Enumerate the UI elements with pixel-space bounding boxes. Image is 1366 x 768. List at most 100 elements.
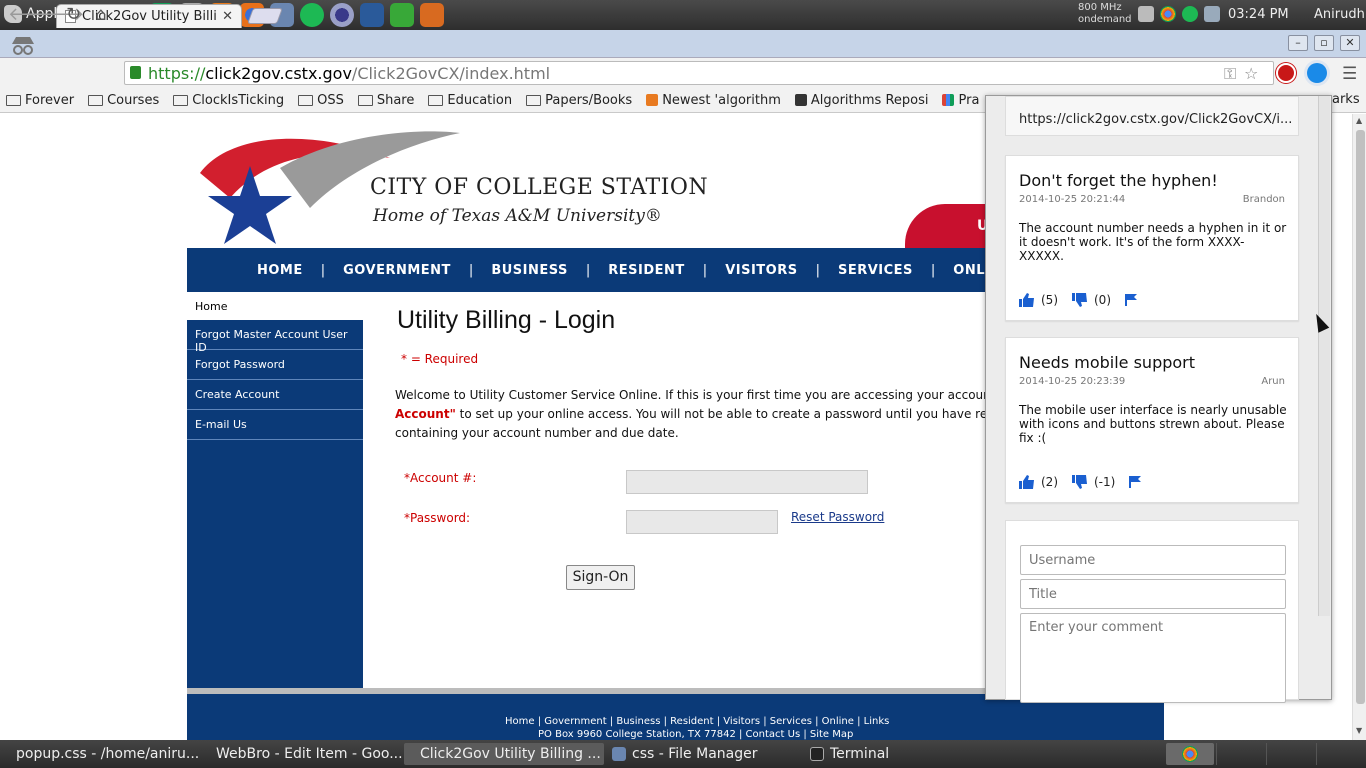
network-icon[interactable] xyxy=(1203,6,1220,22)
adblock-extension-icon[interactable] xyxy=(1276,63,1296,83)
scroll-down-icon[interactable]: ▼ xyxy=(1356,726,1362,735)
sidebar-item-forgot-password[interactable]: Forgot Password xyxy=(187,350,363,380)
bookmark-papers-books[interactable]: Papers/Books xyxy=(526,93,632,108)
google-icon xyxy=(942,94,955,106)
task-file-manager[interactable]: css - File Manager xyxy=(602,743,802,765)
chrome-tray-icon[interactable] xyxy=(1159,6,1176,22)
account-number-input[interactable] xyxy=(626,470,868,494)
upvote-count: (5) xyxy=(1041,293,1058,307)
bookmark-algorithms-repository[interactable]: Algorithms Reposi xyxy=(794,93,928,108)
bookmark-courses[interactable]: Courses xyxy=(88,93,159,108)
spotify-launcher-icon[interactable] xyxy=(300,3,324,27)
matlab-launcher-icon[interactable] xyxy=(420,3,444,27)
scrollbar-thumb[interactable] xyxy=(1356,130,1365,704)
incognito-icon xyxy=(12,37,34,55)
key-icon[interactable]: ⚿ xyxy=(1224,64,1236,84)
nav-government[interactable]: GOVERNMENT xyxy=(343,263,451,278)
clock[interactable]: 03:24 PM xyxy=(1228,7,1289,22)
folder-icon xyxy=(612,747,626,761)
task-label: css - File Manager xyxy=(632,746,758,762)
bookmark-star-icon[interactable]: ☆ xyxy=(1244,64,1258,83)
bookmark-newest-algorithm[interactable]: Newest 'algorithm xyxy=(646,93,781,108)
popup-scrollbar[interactable] xyxy=(1318,96,1330,616)
create-account-link[interactable]: Account" xyxy=(395,407,456,421)
bookmark-label: Education xyxy=(447,92,513,108)
comment-textarea[interactable] xyxy=(1020,613,1286,703)
eclipse-launcher-icon[interactable] xyxy=(330,3,354,27)
other-bookmarks[interactable]: arks xyxy=(1332,92,1360,107)
minimize-button[interactable]: – xyxy=(1288,35,1308,51)
cpu-freq-value: 800 MHz xyxy=(1078,2,1122,13)
task-webbro[interactable]: WebBro - Edit Item - Goo... xyxy=(200,743,404,765)
nav-business[interactable]: BUSINESS xyxy=(491,263,568,278)
reset-password-link[interactable]: Reset Password xyxy=(791,510,884,524)
lock-icon[interactable] xyxy=(130,66,141,79)
required-note: * = Required xyxy=(401,352,479,366)
sign-on-button[interactable]: Sign-On xyxy=(566,565,635,590)
comment-date: 2014-10-25 20:23:39 xyxy=(1019,376,1126,387)
home-icon[interactable]: ⌂ xyxy=(95,6,106,24)
nav-home[interactable]: HOME xyxy=(257,263,303,278)
username-input[interactable] xyxy=(1020,545,1286,575)
workspace-3[interactable] xyxy=(1266,743,1314,765)
thumbs-down-icon[interactable] xyxy=(1072,475,1088,489)
workspace-4[interactable] xyxy=(1316,743,1364,765)
password-input[interactable] xyxy=(626,510,778,534)
page-scrollbar[interactable]: ▲ ▼ xyxy=(1352,114,1366,740)
cpu-freq-monitor[interactable]: 800 MHz ondemand xyxy=(1078,2,1132,26)
new-tab-button[interactable] xyxy=(247,8,283,24)
footer-links[interactable]: Home | Government | Business | Resident … xyxy=(505,716,889,727)
welcome-line-2: to set up your online access. You will n… xyxy=(455,407,995,421)
thumbs-up-icon[interactable] xyxy=(1019,293,1035,307)
bookmark-label: Pra xyxy=(958,92,980,108)
welcome-line-1: Welcome to Utility Customer Service Onli… xyxy=(395,388,995,402)
folder-icon xyxy=(88,94,104,106)
git-launcher-icon[interactable] xyxy=(390,3,414,27)
sidebar-item-create-account[interactable]: Create Account xyxy=(187,380,363,410)
bookmark-forever[interactable]: Forever xyxy=(6,93,74,108)
comment-body: The mobile user interface is nearly unus… xyxy=(1019,403,1287,445)
task-terminal[interactable]: Terminal xyxy=(800,743,1000,765)
nav-services[interactable]: SERVICES xyxy=(838,263,913,278)
sidebar-item-forgot-master-id[interactable]: Forgot Master Account User ID xyxy=(187,320,363,354)
task-label: WebBro - Edit Item - Goo... xyxy=(216,746,403,762)
task-label: Click2Gov Utility Billing ... xyxy=(420,746,601,762)
task-popup-css[interactable]: popup.css - /home/aniru... xyxy=(0,743,204,765)
sidebar-item-email-us[interactable]: E-mail Us xyxy=(187,410,363,440)
user-menu[interactable]: Anirudh xyxy=(1314,7,1365,22)
nav-resident[interactable]: RESIDENT xyxy=(608,263,685,278)
nav-visitors[interactable]: VISITORS xyxy=(725,263,797,278)
reload-icon[interactable]: ↻ xyxy=(66,6,81,24)
bookmark-share[interactable]: Share xyxy=(357,93,414,108)
bookmark-education[interactable]: Education xyxy=(428,93,512,108)
webbro-extension-icon[interactable] xyxy=(1307,63,1327,83)
bookmark-clockisticking[interactable]: ClockIsTicking xyxy=(173,93,284,108)
scroll-up-icon[interactable]: ▲ xyxy=(1356,116,1362,125)
clipboard-icon[interactable] xyxy=(1137,6,1154,22)
bookmark-label: Newest 'algorithm xyxy=(662,92,781,108)
workspace-2[interactable] xyxy=(1216,743,1264,765)
thumbs-down-icon[interactable] xyxy=(1072,293,1088,307)
close-tab-icon[interactable]: ✕ xyxy=(222,9,233,24)
task-click2gov[interactable]: Click2Gov Utility Billing ... xyxy=(404,743,604,765)
thumbs-up-icon[interactable] xyxy=(1019,475,1035,489)
maximize-button[interactable]: ▫ xyxy=(1314,35,1334,51)
folder-icon xyxy=(6,94,21,106)
url-text[interactable]: https://click2gov.cstx.gov/Click2GovCX/i… xyxy=(148,64,550,83)
bookmark-oss[interactable]: OSS xyxy=(298,93,344,108)
menu-icon[interactable]: ☰ xyxy=(1342,64,1357,84)
workspace-1[interactable] xyxy=(1166,743,1214,765)
sidebar-item-home[interactable]: Home xyxy=(187,292,363,320)
close-window-button[interactable]: ✕ xyxy=(1340,35,1360,51)
browser-tab-strip xyxy=(0,30,1366,58)
ide-launcher-icon[interactable] xyxy=(360,3,384,27)
title-input[interactable] xyxy=(1020,579,1286,609)
flag-icon[interactable] xyxy=(1129,476,1142,488)
spotify-tray-icon[interactable] xyxy=(1181,6,1198,22)
downvote-count: (-1) xyxy=(1094,475,1116,489)
bookmark-pra[interactable]: Pra xyxy=(942,93,979,108)
flag-icon[interactable] xyxy=(1125,294,1137,306)
folder-icon xyxy=(428,94,444,106)
welcome-line-3: containing your account number and due d… xyxy=(395,426,679,440)
nav-separator: | xyxy=(585,262,591,278)
